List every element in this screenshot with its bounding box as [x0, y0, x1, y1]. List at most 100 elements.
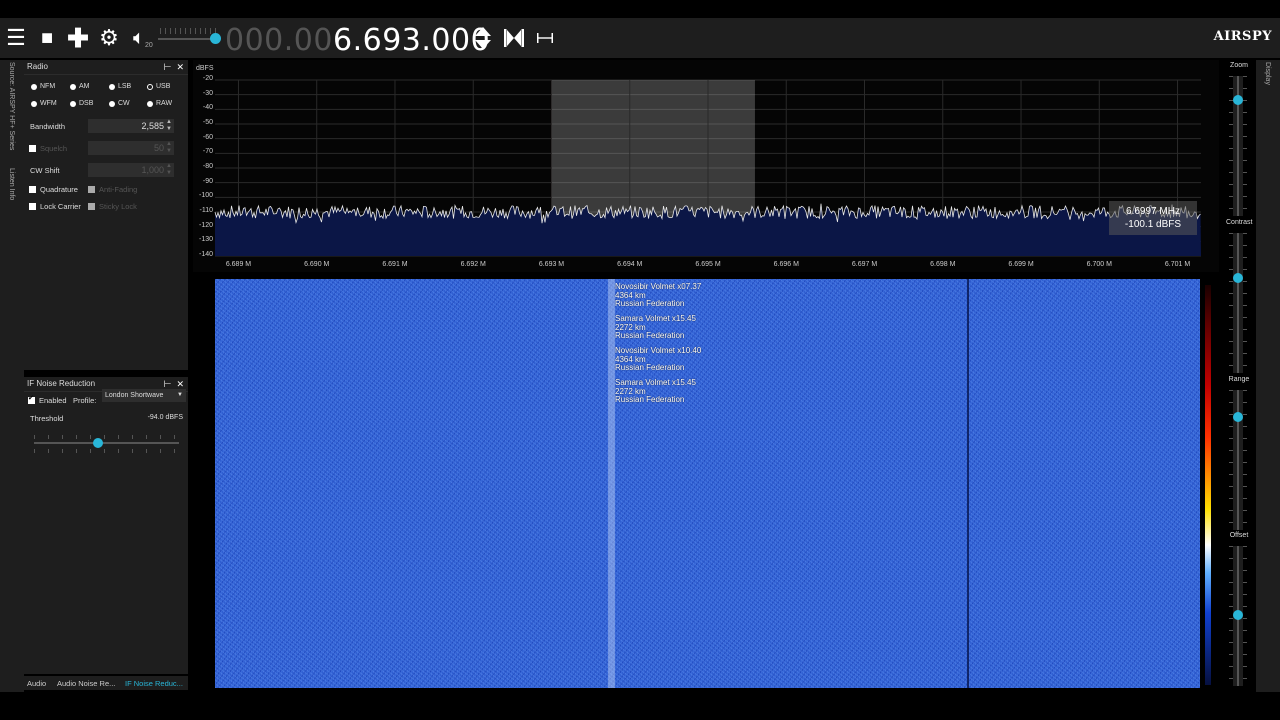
span-width-icon[interactable] — [536, 31, 554, 45]
display-slider-label-contrast: Contrast — [1226, 219, 1253, 226]
x-tick-label: 6.692 M — [460, 261, 486, 268]
frequency-leading-digits[interactable]: 000.00 — [225, 23, 333, 58]
display-slider-label-offset: Offset — [1229, 532, 1249, 539]
nr-enabled-checkbox[interactable]: Enabled — [28, 394, 67, 405]
mode-lsb[interactable]: LSB — [109, 83, 131, 90]
close-icon[interactable]: ✕ — [176, 62, 184, 72]
cursor-level: -100.1 dBFS — [1124, 219, 1182, 230]
x-tick-label: 6.693 M — [538, 261, 565, 268]
threshold-slider[interactable] — [34, 442, 179, 444]
mode-nfm[interactable]: NFM — [31, 83, 55, 90]
display-slider-label-range: Range — [1228, 376, 1250, 383]
radio-panel: Radio ⊢ ✕ NFM AM LSB USB WFM DSB CW RAW … — [24, 60, 188, 370]
mode-wfm[interactable]: WFM — [31, 100, 57, 107]
spectrum-display[interactable]: dBFS -20 -30 -40 -50 -60 -70 -80 -90 -100 -110 -12… — [193, 60, 1219, 272]
annotation-line: Russian Federation — [615, 395, 685, 404]
squelch-spinner[interactable]: ▲ ▼ — [166, 141, 172, 155]
squelch-label: Squelch — [40, 144, 68, 153]
threshold-value: -94.0 dBFS — [147, 414, 183, 421]
listen-info-side-tab[interactable]: Listen Info — [8, 168, 15, 200]
bottom-tab-bar: Audio Audio Noise Re... IF Noise Reduc..… — [24, 676, 188, 690]
x-tick-label: 6.701 M — [1164, 261, 1191, 268]
airspy-logo: AIRSPY — [1213, 29, 1272, 44]
x-tick-label: 6.700 M — [1086, 261, 1112, 268]
volume-ticks — [160, 28, 218, 34]
lock-carrier-checkbox[interactable]: Lock Carrier — [29, 202, 81, 211]
gear-icon[interactable]: ⚙ — [97, 26, 121, 50]
station-annotation: Samara Volmet x15.45 2272 km Russian Feder… — [615, 378, 696, 405]
tab-audio-noise-reduction[interactable]: Audio Noise Re... — [57, 679, 115, 688]
right-side-strip: Display — [1256, 60, 1280, 692]
squelch-value[interactable]: 50 — [154, 143, 164, 153]
threshold-slider-thumb[interactable] — [92, 438, 103, 448]
toolbar: ☰ ■ ✚ ⚙ 🔈︎ 20 000.006.693.000 AIRSPY — [0, 18, 1280, 58]
waterfall-image[interactable]: Novosibir Volmet x07.37 4364 km Russian Fe… — [215, 279, 1200, 688]
source-side-tab[interactable]: Source: AIRSPY HF+ Series — [8, 62, 15, 150]
frequency-digits[interactable]: 6.693.000 — [333, 23, 490, 58]
cw-shift-spinner[interactable]: ▲ ▼ — [166, 163, 172, 177]
display-slider-range[interactable] — [1237, 390, 1239, 530]
stop-icon[interactable]: ■ — [35, 26, 59, 50]
display-slider-label-zoom: Zoom — [1230, 62, 1248, 69]
profile-select[interactable]: London Shortwave ▼ — [102, 389, 186, 402]
squelch-input[interactable]: 50 ▲ ▼ — [88, 141, 174, 155]
anti-fading-checkbox[interactable]: Anti-Fading — [88, 185, 137, 194]
display-side-tab[interactable]: Display — [1264, 62, 1271, 85]
close-icon[interactable]: ✕ — [176, 379, 184, 389]
nr-panel-title: IF Noise Reduction — [27, 379, 96, 388]
waterfall-color-scale — [1205, 285, 1211, 685]
mode-am[interactable]: AM — [70, 83, 90, 90]
station-annotation: Novosibir Volmet x07.37 4364 km Russian Fe… — [615, 282, 701, 309]
frequency-display[interactable]: 000.006.693.000 — [225, 23, 490, 58]
up-down-arrows-icon[interactable] — [474, 26, 492, 50]
chevron-down-icon: ▼ — [177, 392, 183, 398]
x-tick-label: 6.697 M — [851, 261, 878, 268]
mode-raw[interactable]: RAW — [147, 100, 172, 107]
threshold-label: Threshold — [30, 414, 64, 423]
mode-usb[interactable]: USB — [147, 83, 170, 90]
annotation-line: Russian Federation — [615, 299, 685, 308]
spectrum-plot[interactable] — [193, 60, 1219, 272]
radio-panel-title: Radio — [27, 62, 48, 71]
display-slider-thumb-offset[interactable] — [1233, 610, 1243, 620]
display-slider-contrast[interactable] — [1237, 233, 1239, 373]
station-annotation: Samara Volmet x15.45 2272 km Russian Feder… — [615, 314, 696, 341]
x-tick-label: 6.690 M — [304, 261, 330, 268]
squelch-checkbox[interactable]: Squelch — [29, 144, 67, 153]
volume-value: 20 — [145, 42, 153, 49]
pin-icon[interactable]: ⊢ — [164, 62, 172, 72]
bandwidth-input[interactable]: 2,585 ▲ ▼ — [88, 119, 174, 133]
display-slider-thumb-zoom[interactable] — [1233, 94, 1243, 105]
bandwidth-spinner[interactable]: ▲ ▼ — [166, 119, 172, 133]
annotation-line: Russian Federation — [615, 363, 685, 372]
bandwidth-value[interactable]: 2,585 — [141, 121, 164, 131]
skip-center-icon[interactable] — [503, 28, 525, 48]
hamburger-menu-icon[interactable]: ☰ — [4, 26, 28, 50]
display-slider-thumb-contrast[interactable] — [1233, 272, 1243, 283]
mode-cw[interactable]: CW — [109, 100, 130, 107]
cursor-readout: 6.6997 MHz -100.1 dBFS — [1109, 201, 1197, 235]
plus-icon[interactable]: ✚ — [66, 25, 90, 51]
threshold-ticks-lower — [34, 449, 179, 453]
x-tick-label: 6.698 M — [930, 261, 956, 268]
tab-audio[interactable]: Audio — [27, 679, 46, 688]
volume-slider-thumb[interactable] — [210, 33, 221, 44]
station-annotation: Novosibir Volmet x10.40 4364 km Russian Fe… — [615, 346, 701, 373]
x-tick-label: 6.696 M — [773, 261, 799, 268]
profile-value: London Shortwave — [105, 392, 164, 399]
display-slider-thumb-range[interactable] — [1233, 412, 1243, 422]
pin-icon[interactable]: ⊢ — [164, 379, 172, 389]
radio-panel-header: Radio ⊢ ✕ — [24, 60, 188, 75]
if-noise-reduction-panel: IF Noise Reduction ⊢ ✕ Enabled Profile: … — [24, 377, 188, 674]
x-tick-label: 6.691 M — [382, 261, 408, 268]
tab-if-noise-reduction[interactable]: IF Noise Reduc... — [125, 679, 183, 688]
left-side-strip: Source: AIRSPY HF+ Series Listen Info — [0, 60, 24, 692]
mode-dsb[interactable]: DSB — [70, 100, 93, 107]
cw-shift-input[interactable]: 1,000 ▲ ▼ — [88, 163, 174, 177]
waterfall-display[interactable]: Novosibir Volmet x07.37 4364 km Russian Fe… — [193, 277, 1219, 689]
threshold-ticks — [34, 435, 179, 439]
x-tick-label: 6.699 M — [1008, 261, 1034, 268]
sticky-lock-checkbox[interactable]: Sticky Lock — [88, 202, 137, 211]
quadrature-checkbox[interactable]: Quadrature — [29, 185, 78, 194]
cw-shift-value[interactable]: 1,000 — [141, 165, 164, 175]
